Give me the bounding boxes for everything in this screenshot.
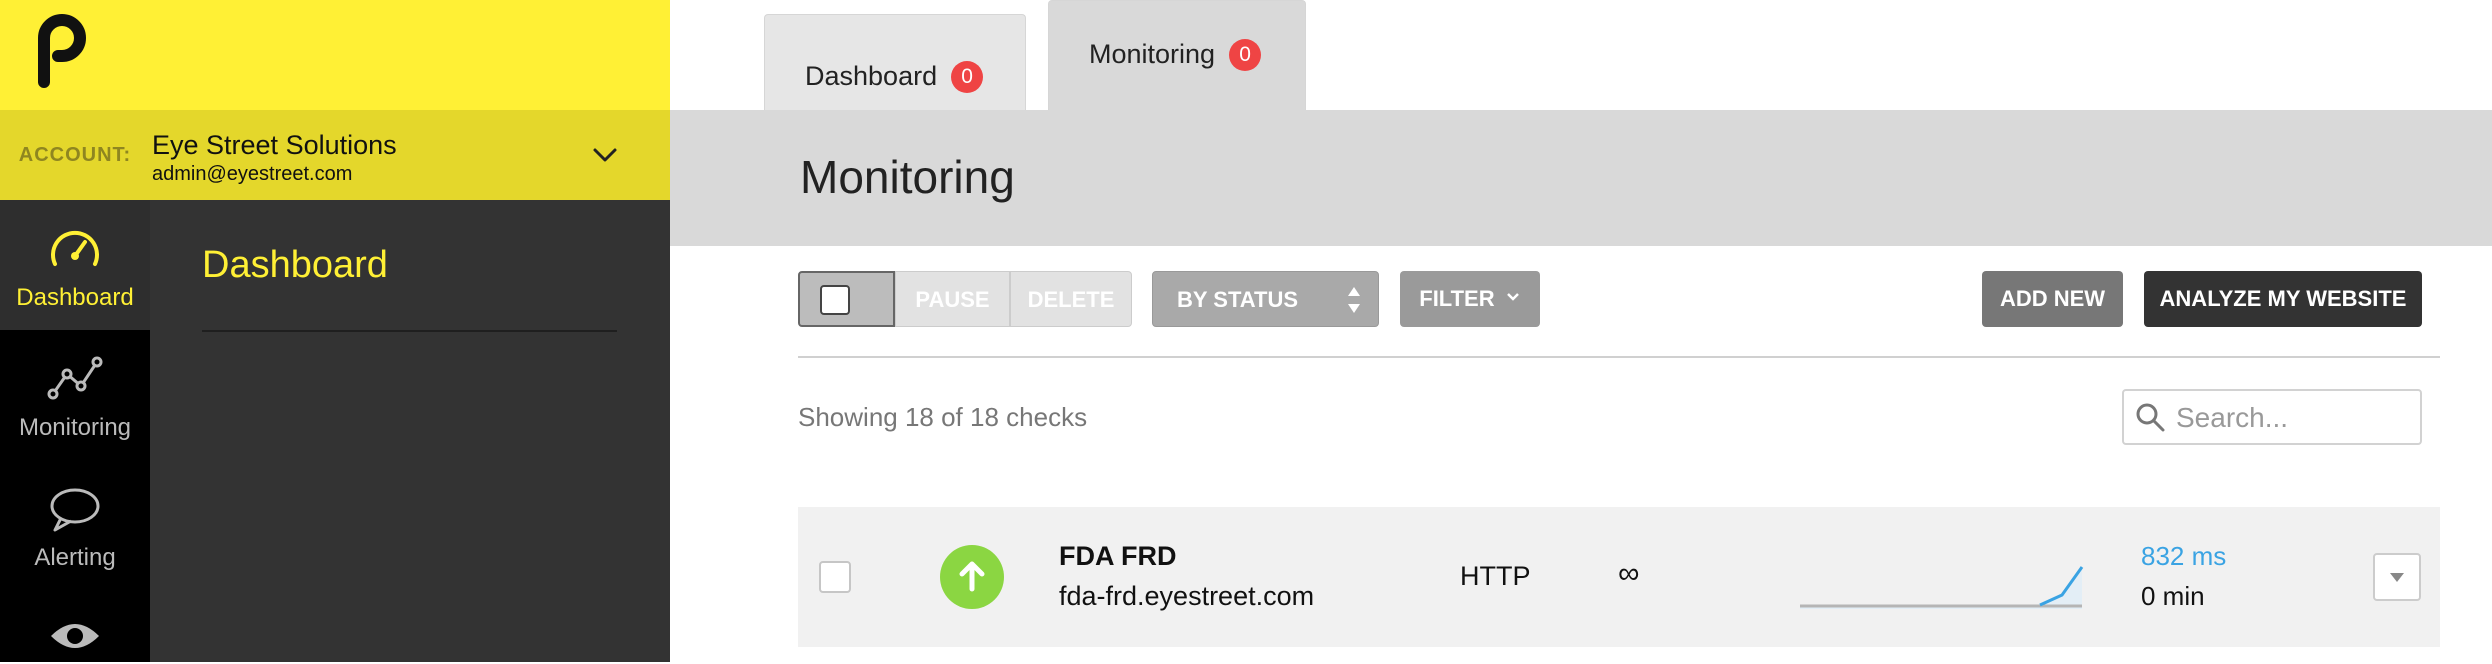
chevron-down-icon[interactable] xyxy=(590,143,620,167)
arrow-up-icon xyxy=(959,561,985,592)
sidebar-top-strip xyxy=(150,0,670,110)
rail-item-dashboard[interactable]: Dashboard xyxy=(0,200,150,330)
account-switcher[interactable]: ACCOUNT: Eye Street Solutions admin@eyes… xyxy=(0,110,670,200)
response-time-sparkline xyxy=(1800,566,2084,609)
delete-button[interactable]: DELETE xyxy=(1010,271,1132,327)
pingdom-logo-icon xyxy=(38,14,86,88)
logo[interactable] xyxy=(0,0,150,110)
select-all-button[interactable] xyxy=(798,271,895,327)
check-downtime: 0 min xyxy=(2141,581,2205,611)
add-new-button[interactable]: ADD NEW xyxy=(1982,271,2123,327)
row-actions-dropdown[interactable] xyxy=(2373,553,2421,601)
analyze-website-button[interactable]: ANALYZE MY WEBSITE xyxy=(2144,271,2422,327)
eye-icon xyxy=(51,624,99,648)
search-input[interactable] xyxy=(2174,397,2413,439)
checks-count-text: Showing 18 of 18 checks xyxy=(798,402,1088,432)
check-url: fda-frd.eyestreet.com xyxy=(1059,581,1315,611)
icon-rail: Dashboard Monitoring Alerting xyxy=(0,0,150,662)
row-checkbox[interactable] xyxy=(819,561,851,593)
sort-arrows-icon xyxy=(1348,287,1360,313)
tab-monitoring[interactable]: Monitoring 0 xyxy=(1048,0,1306,110)
tab-dashboard[interactable]: Dashboard 0 xyxy=(764,14,1026,110)
search-field[interactable] xyxy=(2122,389,2422,445)
speech-bubble-icon xyxy=(50,488,100,532)
rail-label-monitoring: Monitoring xyxy=(18,414,132,441)
speedometer-icon xyxy=(51,230,99,266)
search-icon xyxy=(2136,403,2165,432)
rail-item-monitoring[interactable]: Monitoring xyxy=(0,330,150,460)
sidebar-title: Dashboard xyxy=(202,244,388,286)
sidebar: Dashboard xyxy=(150,0,670,662)
rail-item-alerting[interactable]: Alerting xyxy=(0,460,150,590)
tab-monitoring-label: Monitoring 0 xyxy=(1089,39,1262,71)
account-key-label: ACCOUNT: xyxy=(18,144,132,166)
caret-down-icon xyxy=(2390,573,2404,582)
filter-button[interactable]: FILTER xyxy=(1400,271,1540,327)
sidebar-divider xyxy=(202,330,617,332)
rail-label-dashboard: Dashboard xyxy=(16,284,134,311)
account-email: admin@eyestreet.com xyxy=(152,163,353,185)
sort-by-status-select[interactable]: BY STATUS xyxy=(1152,271,1379,327)
tab-dashboard-count-badge: 0 xyxy=(951,61,984,93)
status-up-indicator xyxy=(940,545,1004,609)
tab-dashboard-label: Dashboard 0 xyxy=(805,61,984,93)
account-name: Eye Street Solutions xyxy=(152,130,397,160)
line-graph-icon xyxy=(47,356,103,400)
check-type: HTTP xyxy=(1460,561,1531,591)
tab-monitoring-count-badge: 0 xyxy=(1229,39,1262,71)
rail-label-alerting: Alerting xyxy=(34,544,116,571)
toolbar-divider xyxy=(798,356,2440,358)
tab-bar: Dashboard 0 Monitoring 0 xyxy=(670,0,2492,110)
chevron-down-icon xyxy=(1506,293,1519,301)
check-response-time[interactable]: 832 ms xyxy=(2141,541,2226,572)
filter-label: FILTER xyxy=(1419,286,1495,311)
page-title: Monitoring xyxy=(800,151,1015,203)
check-name[interactable]: FDA FRD xyxy=(1059,541,1176,572)
check-interval: ∞ xyxy=(1618,557,1640,590)
pause-button[interactable]: PAUSE xyxy=(895,271,1010,327)
rail-item-visitor-insights[interactable] xyxy=(0,590,150,662)
page-header: Monitoring xyxy=(670,110,2492,246)
select-all-checkbox[interactable] xyxy=(820,285,850,315)
sort-by-status-label: BY STATUS xyxy=(1177,287,1299,312)
check-row[interactable]: FDA FRD fda-frd.eyestreet.com HTTP ∞ 832… xyxy=(798,507,2440,647)
